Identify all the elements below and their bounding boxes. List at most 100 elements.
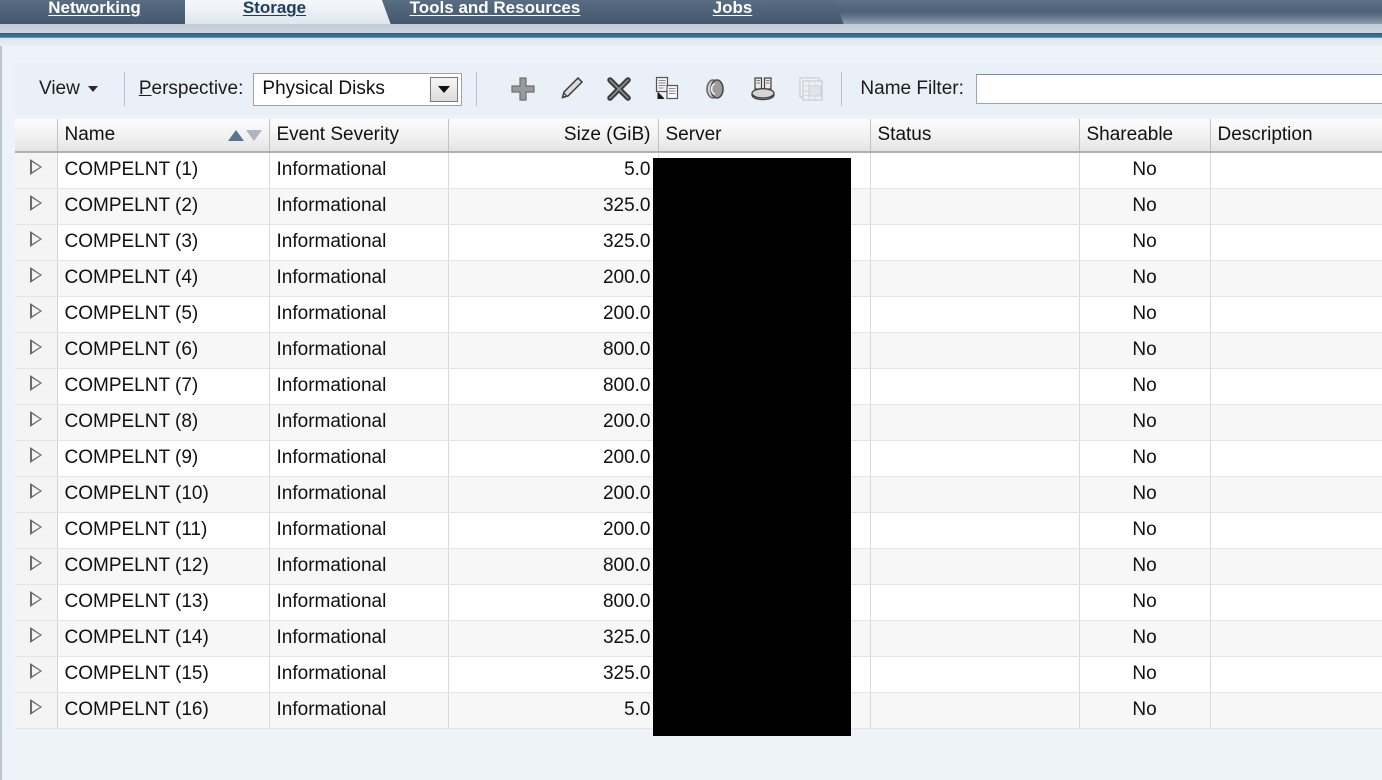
cell-size-gib: 800.0 <box>448 584 659 621</box>
column-header-event-severity[interactable]: Event Severity <box>269 119 449 153</box>
cell-event-severity: Informational <box>269 224 449 261</box>
copy-icon[interactable] <box>651 73 683 105</box>
cell-status <box>870 584 1080 621</box>
cell-shareable: No <box>1079 152 1211 189</box>
save-disk-icon[interactable] <box>747 73 779 105</box>
cell-status <box>870 620 1080 657</box>
report-grid-icon[interactable] <box>795 73 827 105</box>
expand-triangle-icon[interactable] <box>29 411 42 427</box>
cell-description <box>1210 584 1382 621</box>
cell-size-gib: 200.0 <box>448 296 659 333</box>
tab-jobs-label: Jobs <box>712 0 753 17</box>
expand-triangle-icon[interactable] <box>29 699 42 715</box>
row-expander-cell[interactable] <box>15 512 58 549</box>
tab-jobs[interactable]: Jobs <box>648 0 844 24</box>
expand-triangle-icon[interactable] <box>29 303 42 319</box>
cell-size-gib: 200.0 <box>448 476 659 513</box>
name-filter-input[interactable] <box>975 74 1382 104</box>
sort-indicators[interactable] <box>227 129 262 141</box>
column-header-description-label: Description <box>1217 124 1313 145</box>
cell-shareable: No <box>1079 296 1211 333</box>
row-expander-cell[interactable] <box>15 296 58 333</box>
perspective-select[interactable]: Physical Disks <box>253 72 463 106</box>
cell-size-gib: 325.0 <box>448 224 659 261</box>
tab-bar-shadow <box>0 24 1382 33</box>
cell-description <box>1210 260 1382 297</box>
cell-shareable: No <box>1079 512 1211 549</box>
expand-triangle-icon[interactable] <box>29 519 42 535</box>
cell-status <box>870 656 1080 693</box>
cell-description <box>1210 224 1382 261</box>
cell-event-severity: Informational <box>269 620 449 657</box>
cell-description <box>1210 548 1382 585</box>
edit-pencil-icon[interactable] <box>555 73 587 105</box>
row-expander-cell[interactable] <box>15 368 58 405</box>
cell-event-severity: Informational <box>269 512 449 549</box>
view-menu-button[interactable]: View <box>15 74 110 104</box>
row-expander-cell[interactable] <box>15 152 58 189</box>
row-expander-cell[interactable] <box>15 224 58 261</box>
cell-size-gib: 200.0 <box>448 440 659 477</box>
row-expander-cell[interactable] <box>15 188 58 225</box>
tab-storage[interactable]: Storage <box>185 0 391 24</box>
link-chain-icon[interactable] <box>699 73 731 105</box>
expand-triangle-icon[interactable] <box>29 267 42 283</box>
column-header-name[interactable]: Name <box>57 119 270 153</box>
column-header-status[interactable]: Status <box>870 119 1080 153</box>
toolbar-separator <box>476 72 478 106</box>
expand-triangle-icon[interactable] <box>29 483 42 499</box>
cell-shareable: No <box>1079 692 1211 729</box>
expand-triangle-icon[interactable] <box>29 195 42 211</box>
add-icon[interactable] <box>507 73 539 105</box>
row-expander-cell[interactable] <box>15 584 58 621</box>
cell-description <box>1210 296 1382 333</box>
row-expander-cell[interactable] <box>15 440 58 477</box>
expand-triangle-icon[interactable] <box>29 159 42 176</box>
cell-status <box>870 476 1080 513</box>
cell-name: COMPELNT (11) <box>57 512 270 549</box>
perspective-label-rest: erspective: <box>151 78 244 99</box>
cell-size-gib: 5.0 <box>448 692 659 729</box>
row-expander-cell[interactable] <box>15 476 58 513</box>
cell-size-gib: 325.0 <box>448 656 659 693</box>
row-expander-cell[interactable] <box>15 548 58 585</box>
column-header-server[interactable]: Server <box>658 119 871 153</box>
expand-triangle-icon[interactable] <box>29 591 42 607</box>
tab-networking[interactable]: Networking <box>0 0 216 24</box>
row-expander-cell[interactable] <box>15 260 58 297</box>
cell-event-severity: Informational <box>269 404 449 441</box>
expand-triangle-icon[interactable] <box>29 663 42 679</box>
cell-shareable: No <box>1079 368 1211 405</box>
column-header-size-gib[interactable]: Size (GiB) <box>448 119 659 153</box>
tab-tools-and-resources[interactable]: Tools and Resources <box>348 0 669 24</box>
tab-skew <box>802 0 844 24</box>
expand-triangle-icon[interactable] <box>29 627 42 643</box>
redaction-block-server-column <box>653 158 851 736</box>
column-header-description[interactable]: Description <box>1210 119 1382 153</box>
cell-status <box>870 404 1080 441</box>
expand-triangle-icon[interactable] <box>29 375 42 391</box>
expand-triangle-icon[interactable] <box>29 339 42 355</box>
expand-triangle-icon[interactable] <box>29 447 42 463</box>
sort-ascending-icon[interactable] <box>227 129 244 141</box>
cell-description <box>1210 404 1382 441</box>
row-expander-cell[interactable] <box>15 332 58 369</box>
perspective-select-arrow-button[interactable] <box>430 76 459 102</box>
cell-description <box>1210 368 1382 405</box>
row-expander-cell[interactable] <box>15 404 58 441</box>
cell-event-severity: Informational <box>269 152 449 189</box>
row-expander-cell[interactable] <box>15 656 58 693</box>
expand-triangle-icon[interactable] <box>29 555 42 571</box>
perspective-select-value: Physical Disks <box>262 78 385 99</box>
cell-name: COMPELNT (4) <box>57 260 270 297</box>
cell-shareable: No <box>1079 656 1211 693</box>
cell-name: COMPELNT (7) <box>57 368 270 405</box>
expand-triangle-icon[interactable] <box>29 231 42 247</box>
delete-x-icon[interactable] <box>603 73 635 105</box>
cell-name: COMPELNT (14) <box>57 620 270 657</box>
row-expander-cell[interactable] <box>15 692 58 729</box>
sort-descending-icon[interactable] <box>245 129 262 141</box>
row-expander-cell[interactable] <box>15 620 58 657</box>
column-header-shareable[interactable]: Shareable <box>1079 119 1211 153</box>
view-menu-label: View <box>39 78 80 99</box>
